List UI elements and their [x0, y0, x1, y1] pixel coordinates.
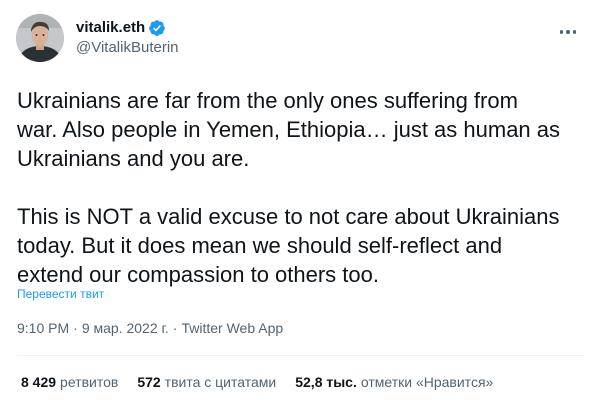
tweet-paragraph: This is NOT a valid excuse to not care a…	[17, 204, 560, 287]
divider	[17, 355, 584, 356]
likes-stat[interactable]: 52,8 тыс. отметки «Нравится»	[295, 372, 493, 392]
tweet-paragraph: Ukrainians are far from the only ones su…	[17, 88, 561, 171]
quote-tweets-label: твита с цитатами	[164, 374, 277, 390]
quote-tweets-stat[interactable]: 572 твита с цитатами	[137, 372, 276, 392]
tweet-meta: 9:10 PM · 9 мар. 2022 г. · Twitter Web App	[17, 318, 283, 338]
retweets-label: ретвитов	[60, 374, 119, 390]
avatar[interactable]	[16, 14, 64, 62]
meta-separator: ·	[172, 320, 178, 336]
meta-separator: ·	[73, 320, 78, 336]
likes-label: отметки «Нравится»	[360, 374, 494, 390]
retweets-stat[interactable]: 8 429 ретвитов	[21, 372, 118, 392]
tweet-stats: 8 429 ретвитов 572 твита с цитатами 52,8 т…	[21, 372, 512, 392]
translate-tweet-link[interactable]: Перевести твит	[17, 286, 104, 302]
tweet-text: Ukrainians are far from the only ones su…	[17, 86, 593, 289]
more-dot	[572, 30, 577, 34]
more-dot	[559, 30, 564, 34]
user-handle[interactable]: @VitalikButerin	[76, 38, 179, 58]
verified-badge-icon	[148, 19, 166, 37]
more-horizontal-icon[interactable]	[555, 19, 581, 45]
quote-tweets-count: 572	[137, 374, 161, 390]
tweet-card: vitalik.eth @VitalikButerin Ukrainians a…	[0, 0, 601, 406]
likes-count: 52,8 тыс.	[295, 374, 357, 390]
avatar-image	[16, 14, 64, 62]
tweet-time[interactable]: 9:10 PM	[17, 320, 69, 336]
tweet-source[interactable]: Twitter Web App	[181, 320, 283, 336]
tweet-header: vitalik.eth @VitalikButerin	[16, 13, 585, 63]
retweets-count: 8 429	[21, 374, 57, 390]
display-name-row[interactable]: vitalik.eth	[76, 18, 179, 38]
user-info: vitalik.eth @VitalikButerin	[76, 18, 179, 58]
more-dot	[566, 30, 570, 34]
tweet-date[interactable]: 9 мар. 2022 г.	[82, 320, 169, 336]
display-name[interactable]: vitalik.eth	[76, 18, 145, 38]
